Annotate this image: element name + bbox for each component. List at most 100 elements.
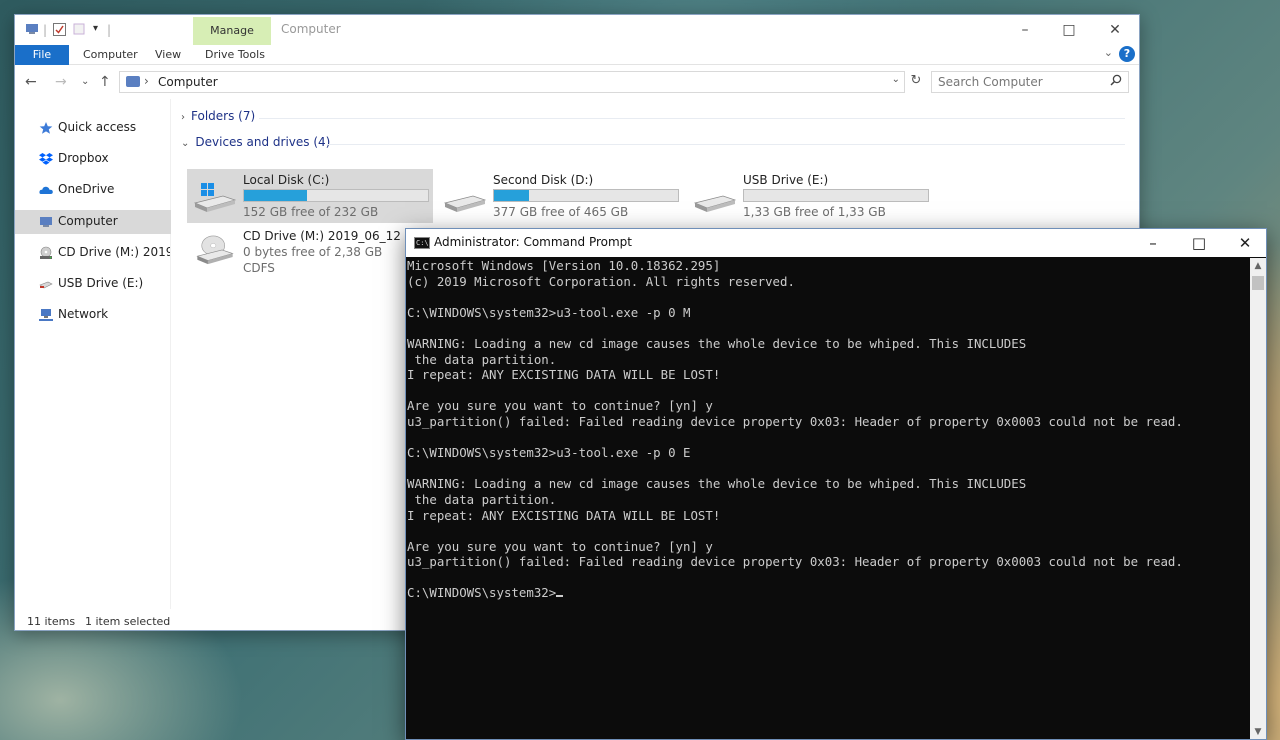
console-line: WARNING: Loading a new cd image causes t… xyxy=(407,335,1027,351)
drive-filesystem: CDFS xyxy=(243,261,275,275)
close-button[interactable]: ✕ xyxy=(1095,19,1135,41)
console-line: C:\WINDOWS\system32>u3-tool.exe -p 0 E xyxy=(407,445,691,461)
scroll-up-icon[interactable]: ▲ xyxy=(1250,258,1266,274)
refresh-icon[interactable]: ↻ xyxy=(907,73,925,91)
toolbar-separator: | xyxy=(107,23,112,37)
prompt-text: C:\WINDOWS\system32> xyxy=(407,585,557,601)
close-button[interactable]: ✕ xyxy=(1222,231,1266,255)
sidebar-item-label: Network xyxy=(58,307,109,321)
sidebar-item-label: Quick access xyxy=(58,120,137,134)
breadcrumb-chevron-icon[interactable]: › xyxy=(144,74,149,88)
group-header-devices[interactable]: ⌄ Devices and drives (4) xyxy=(181,135,330,149)
console-output[interactable]: Microsoft Windows [Version 10.0.18362.29… xyxy=(406,258,1250,738)
computer-icon xyxy=(40,217,52,227)
group-label: Devices and drives (4) xyxy=(195,135,331,149)
sidebar-item-label: CD Drive (M:) 2019_06 xyxy=(58,245,170,259)
address-bar[interactable]: › Computer ⌄ xyxy=(119,71,905,93)
chevron-down-icon[interactable]: ⌄ xyxy=(1104,46,1113,59)
window-title: Computer xyxy=(281,22,341,36)
console-line: C:\WINDOWS\system32> xyxy=(407,585,1250,601)
drive-usage-bar xyxy=(243,189,429,202)
tab-file[interactable]: File xyxy=(15,45,69,65)
console-line: (c) 2019 Microsoft Corporation. All righ… xyxy=(407,273,795,289)
chevron-down-icon[interactable]: ⌄ xyxy=(181,138,189,149)
drive-local-disk-c[interactable]: Local Disk (C:) 152 GB free of 232 GB xyxy=(187,169,433,223)
properties-icon[interactable] xyxy=(53,23,66,39)
scroll-thumb[interactable] xyxy=(1252,276,1264,290)
console-line: the data partition. xyxy=(407,491,557,507)
cd-drive-icon xyxy=(40,246,52,259)
customize-toolbar-icon[interactable]: ▾ xyxy=(93,23,98,34)
drive-usage-fill xyxy=(494,190,529,201)
console-line: the data partition. xyxy=(407,351,557,367)
console-line: Microsoft Windows [Version 10.0.18362.29… xyxy=(407,258,721,273)
text-cursor xyxy=(556,595,564,598)
minimize-button[interactable]: – xyxy=(1005,19,1045,41)
search-input[interactable]: Search Computer xyxy=(931,71,1129,93)
usb-drive-icon xyxy=(39,281,53,289)
sidebar-item-quick-access[interactable]: Quick access xyxy=(15,116,171,140)
cd-drive-icon xyxy=(196,235,234,265)
star-icon xyxy=(39,122,53,134)
drive-usage-bar xyxy=(743,189,929,202)
drive-usage-bar xyxy=(493,189,679,202)
minimize-button[interactable]: – xyxy=(1130,231,1176,255)
tab-computer[interactable]: Computer xyxy=(83,45,138,65)
windows-drive-icon xyxy=(193,183,237,212)
explorer-titlebar[interactable]: | ▾ | Manage Computer – □ ✕ xyxy=(15,15,1139,45)
sidebar-item-computer[interactable]: Computer xyxy=(15,210,171,234)
sidebar-item-onedrive[interactable]: OneDrive xyxy=(15,178,171,202)
command-prompt-window[interactable]: C:\ Administrator: Command Prompt – □ ✕ … xyxy=(405,228,1267,740)
forward-arrow-icon[interactable]: → xyxy=(55,73,67,91)
selection-count: 1 item selected xyxy=(85,615,171,628)
search-placeholder: Search Computer xyxy=(938,75,1043,89)
drive-name: Local Disk (C:) xyxy=(243,173,330,187)
back-arrow-icon[interactable]: ← xyxy=(25,73,37,91)
sidebar-item-label: OneDrive xyxy=(58,182,115,196)
sidebar-item-network[interactable]: Network xyxy=(15,303,171,327)
chevron-right-icon[interactable]: › xyxy=(181,112,185,123)
sidebar-item-usb-drive[interactable]: USB Drive (E:) xyxy=(15,272,171,296)
group-divider xyxy=(259,118,1125,119)
sidebar-item-cd-drive[interactable]: CD Drive (M:) 2019_06 xyxy=(15,241,171,265)
item-count: 11 items xyxy=(27,615,76,628)
drive-free-space: 0 bytes free of 2,38 GB xyxy=(243,245,383,259)
console-line: u3_partition() failed: Failed reading de… xyxy=(407,554,1183,570)
drive-second-disk-d[interactable]: Second Disk (D:) 377 GB free of 465 GB xyxy=(437,169,683,223)
drive-cd-m[interactable]: CD Drive (M:) 2019_06_12 0 bytes free of… xyxy=(187,225,433,285)
address-dropdown-icon[interactable]: ⌄ xyxy=(892,74,900,85)
dropbox-icon xyxy=(39,153,53,165)
cloud-icon xyxy=(39,186,53,194)
sidebar-item-dropbox[interactable]: Dropbox xyxy=(15,147,171,171)
computer-icon xyxy=(126,76,140,87)
address-toolbar: ← → ⌄ ↑ › Computer ⌄ ↻ Search Computer xyxy=(15,65,1139,99)
hard-drive-icon xyxy=(443,195,487,212)
drive-free-space: 377 GB free of 465 GB xyxy=(493,205,629,219)
help-button[interactable]: ? xyxy=(1119,46,1135,62)
scroll-down-icon[interactable]: ▼ xyxy=(1250,724,1266,739)
manage-context-tab[interactable]: Manage xyxy=(193,17,271,45)
search-icon[interactable] xyxy=(1110,74,1122,89)
maximize-button[interactable]: □ xyxy=(1049,19,1089,41)
drive-free-space: 1,33 GB free of 1,33 GB xyxy=(743,205,886,219)
maximize-button[interactable]: □ xyxy=(1176,231,1222,255)
usb-drive-icon xyxy=(693,195,737,212)
up-arrow-icon[interactable]: ↑ xyxy=(99,73,111,91)
drive-usb-e[interactable]: USB Drive (E:) 1,33 GB free of 1,33 GB xyxy=(687,169,933,223)
drive-usage-fill xyxy=(244,190,307,201)
group-divider xyxy=(327,144,1125,145)
vertical-scrollbar[interactable]: ▲ ▼ xyxy=(1250,258,1266,739)
tab-view[interactable]: View xyxy=(155,45,181,65)
new-folder-icon[interactable] xyxy=(73,23,85,38)
console-icon: C:\ xyxy=(414,237,430,249)
toolbar-separator: | xyxy=(43,23,48,37)
recent-locations-icon[interactable]: ⌄ xyxy=(81,73,89,91)
group-header-folders[interactable]: › Folders (7) xyxy=(181,109,255,123)
console-line: u3_partition() failed: Failed reading de… xyxy=(407,413,1183,429)
tab-drive-tools[interactable]: Drive Tools xyxy=(205,45,265,65)
console-line: WARNING: Loading a new cd image causes t… xyxy=(407,476,1027,492)
address-text[interactable]: Computer xyxy=(158,75,218,89)
cmd-titlebar[interactable]: C:\ Administrator: Command Prompt – □ ✕ xyxy=(406,229,1266,257)
